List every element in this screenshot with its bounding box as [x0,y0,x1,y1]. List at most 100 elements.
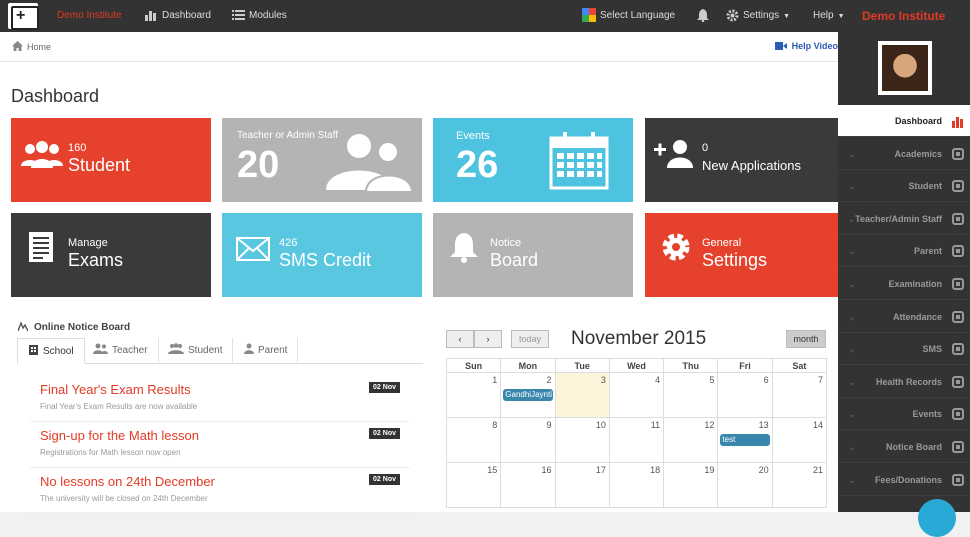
calendar-day[interactable]: 14 [771,417,828,463]
sidebar-item-fees-donations[interactable]: ⌄ Fees/Donations [838,464,970,496]
prev-month-button[interactable]: ‹ [446,330,474,348]
calendar-day[interactable]: 8 [445,417,502,463]
video-camera-icon [774,42,787,50]
tile-applications[interactable]: 0 New Applications [645,118,838,202]
sidebar-item-label: Examination [888,279,942,289]
nav-modules-label: Modules [249,10,287,21]
chevron-down-icon: ⌄ [848,344,856,355]
tab-parent[interactable]: Parent [234,338,299,364]
tile-student[interactable]: 160 Student [11,118,211,202]
sidebar-item-label: Academics [894,148,942,159]
sidebar-item-label: Events [912,409,942,420]
calendar-day[interactable]: 5 [663,372,719,418]
calendar-day[interactable]: 18 [608,462,665,508]
notice-date-badge: 02 Nov [369,382,400,393]
users-icon [168,343,184,354]
tile-settings-small: General [702,237,742,249]
sidebar-item-attendance[interactable]: ⌄ Attendance [838,301,970,333]
calendar-day[interactable]: 19 [663,462,719,508]
brand-link[interactable]: Demo Institute [57,0,121,32]
app-logo[interactable]: + [8,3,39,30]
calendar-day[interactable]: 6 [717,372,773,418]
notice-title[interactable]: Sign-up for the Math lesson [40,428,199,443]
chevron-down-icon: ⌄ [848,279,856,289]
today-button[interactable]: today [511,330,549,348]
calendar-day[interactable]: 4 [608,372,665,418]
sidebar-item-academics[interactable]: ⌄ Academics [838,138,970,170]
avatar[interactable] [878,41,932,95]
calendar-day[interactable]: 13 test [717,417,773,463]
sidebar-item-label: Student [908,181,943,192]
tile-applications-label: New Applications [702,158,801,173]
dollar-icon [952,473,964,486]
calendar-day[interactable]: 12 [663,417,719,463]
document-icon [952,278,964,290]
envelope-icon [236,237,270,261]
sidebar-item-teacher-admin-staff[interactable]: ⌄ Teacher/Admin Staff [838,203,970,235]
notice-item[interactable]: Final Year's Exam Results Final Year's E… [30,378,410,422]
calendar-event[interactable]: test [720,434,770,446]
next-month-button[interactable]: › [474,330,502,348]
calendar-day[interactable]: 11 [608,417,665,463]
sidebar-item-health-records[interactable]: ⌄ Health Records [838,366,970,398]
sidebar-item-examination[interactable]: ⌄ Examination [838,268,970,300]
calendar-day[interactable]: 3 [554,372,610,418]
sidebar-item-parent[interactable]: ⌄ Parent [838,235,970,268]
sidebar-item-notice-board[interactable]: ⌄ Notice Board [838,431,970,463]
chat-button[interactable] [918,499,956,537]
calendar-day[interactable]: 9 [500,417,556,463]
document-list-icon [29,232,53,262]
tile-exams[interactable]: Manage Exams [11,213,211,297]
calendar-day[interactable]: 17 [554,462,610,508]
calendar-day[interactable]: 10 [554,417,610,463]
sidebar-item-sms[interactable]: ⌄ SMS [838,333,970,366]
gear-icon [726,9,739,22]
calendar-day[interactable]: 2 GandhiJaynti [500,372,556,418]
sidebar-item-dashboard[interactable]: Dashboard [838,105,970,137]
help-label: Help [813,10,834,21]
home-icon [12,41,23,51]
calendar-event[interactable]: GandhiJaynti [503,389,553,401]
breadcrumb-home[interactable]: Home [12,41,51,52]
nav-dashboard[interactable]: Dashboard [145,0,211,32]
top-navbar: + Demo Institute Dashboard Modules Selec… [0,0,970,32]
calendar-day[interactable]: 16 [500,462,556,508]
notice-item[interactable]: No lessons on 24th December The universi… [30,470,410,514]
help-menu[interactable]: Help ▼ [813,0,845,32]
notice-item[interactable]: Sign-up for the Math lesson Registration… [30,424,410,468]
day-number: 11 [650,420,661,430]
sidebar-item-student[interactable]: ⌄ Student [838,170,970,203]
day-number: 17 [595,465,606,475]
help-video-label: Help Video [791,41,838,51]
tab-school[interactable]: School [17,338,85,364]
notifications-button[interactable] [697,0,713,32]
tile-teacher[interactable]: Teacher or Admin Staff 20 [222,118,422,202]
sidebar-item-events[interactable]: ⌄ Events [838,398,970,431]
tile-events[interactable]: Events 26 [433,118,633,202]
notice-title[interactable]: Final Year's Exam Results [40,382,191,397]
day-number: 10 [595,420,606,430]
calendar-day[interactable]: 21 [771,462,828,508]
calendar-day[interactable]: 20 [717,462,773,508]
envelope-icon [952,343,964,356]
notice-title[interactable]: No lessons on 24th December [40,474,215,489]
day-number: 18 [650,465,661,475]
institute-name[interactable]: Demo Institute [862,0,945,32]
weekday-header: Mon [500,358,556,373]
tile-notice-board[interactable]: Notice Board [433,213,633,297]
calendar-day[interactable]: 7 [771,372,828,418]
day-number: 16 [541,465,552,475]
day-number: 19 [704,465,715,475]
month-view-button[interactable]: month [786,330,826,348]
settings-menu[interactable]: Settings ▼ [726,0,790,32]
tab-teacher[interactable]: Teacher [83,338,159,364]
tab-student[interactable]: Student [158,338,234,364]
calendar-day[interactable]: 15 [445,462,502,508]
language-selector[interactable]: Select Language [582,0,675,32]
tile-student-count: 160 [68,142,87,154]
tile-settings[interactable]: General Settings [645,213,838,297]
nav-modules[interactable]: Modules [232,0,287,32]
tile-sms[interactable]: 426 SMS Credit [222,213,422,297]
help-video-link[interactable]: Help Video [774,41,838,51]
calendar-day[interactable]: 1 [445,372,502,418]
